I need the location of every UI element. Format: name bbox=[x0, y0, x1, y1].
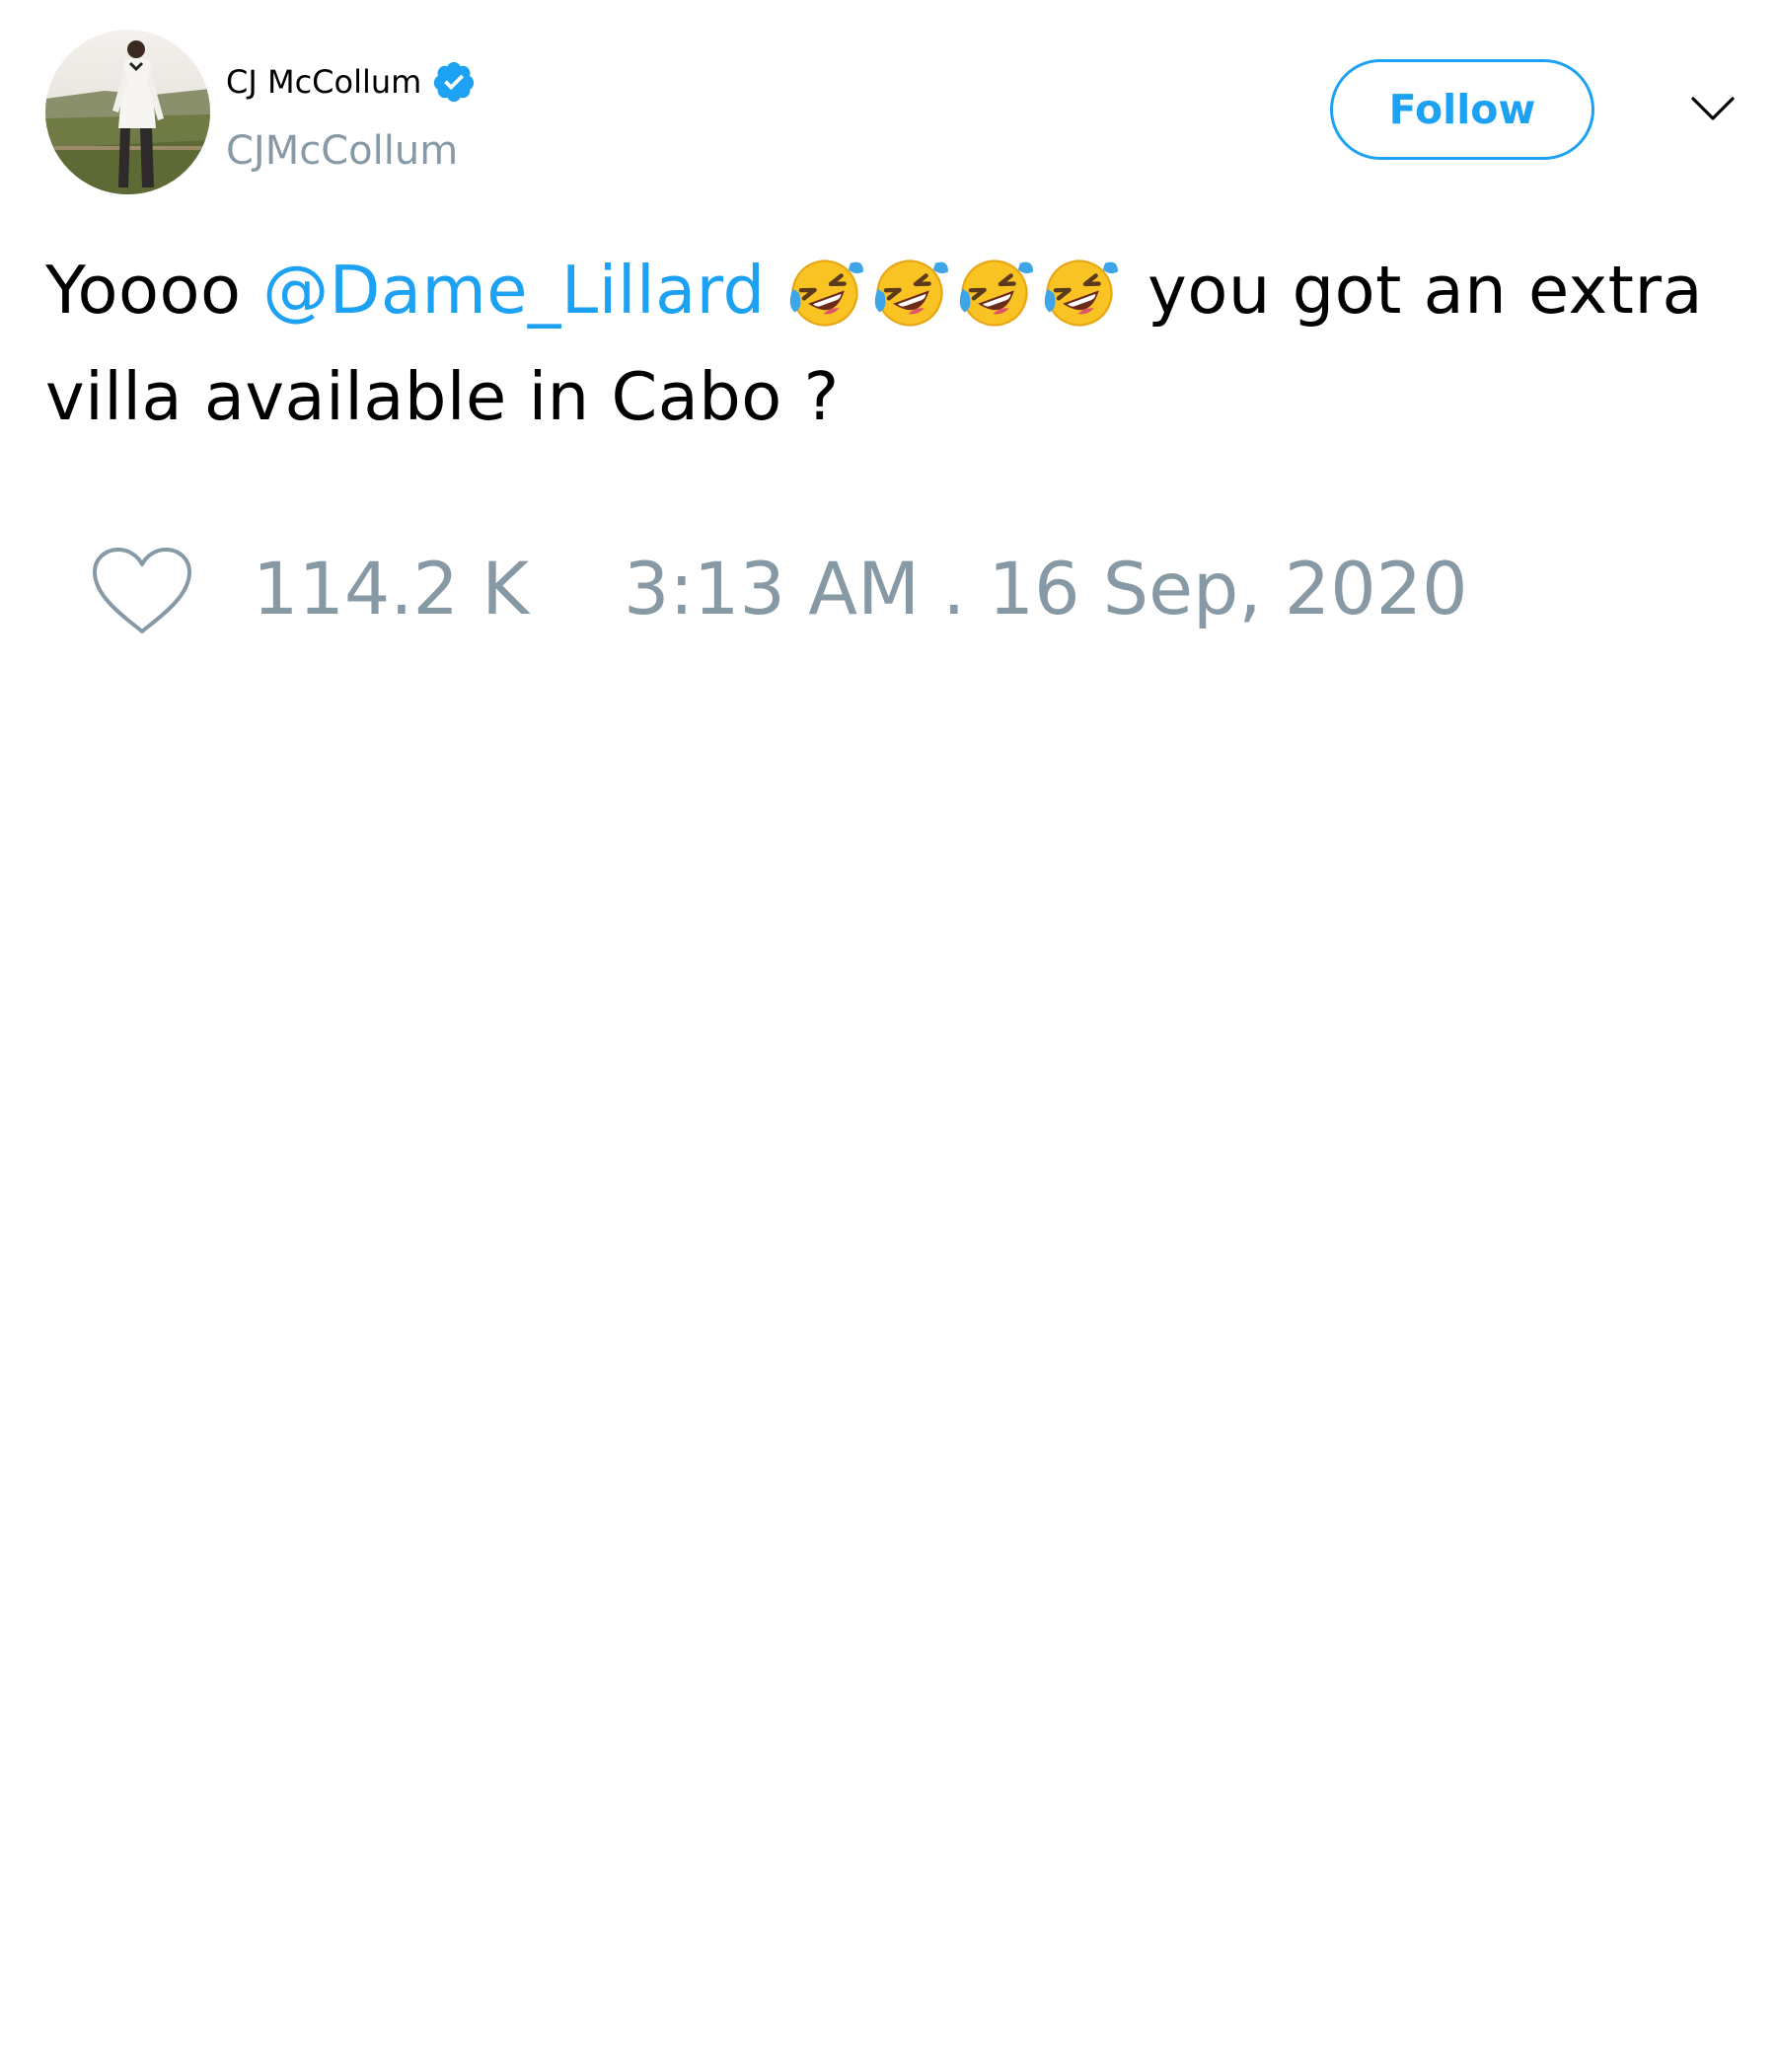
chevron-down-icon[interactable] bbox=[1689, 89, 1737, 128]
tweet-card: CJ McCollum CJMcCollum Follow Yoooo @Dam… bbox=[0, 0, 1776, 2072]
display-name-row: CJ McCollum bbox=[226, 59, 477, 105]
rolling-on-floor-laughing-emoji bbox=[960, 259, 1034, 327]
heart-icon[interactable] bbox=[89, 545, 195, 637]
avatar[interactable] bbox=[45, 30, 210, 194]
like-count[interactable]: 114.2 K bbox=[253, 541, 529, 639]
emoji-group bbox=[786, 255, 1126, 349]
follow-button[interactable]: Follow bbox=[1330, 59, 1594, 160]
timestamp[interactable]: 3:13 AM . 16 Sep, 2020 bbox=[624, 541, 1468, 639]
tweet-text-start: Yoooo bbox=[45, 252, 263, 329]
rolling-on-floor-laughing-emoji bbox=[1045, 259, 1119, 327]
rolling-on-floor-laughing-emoji bbox=[790, 259, 864, 327]
verified-badge-icon bbox=[431, 59, 477, 105]
display-name[interactable]: CJ McCollum bbox=[226, 59, 421, 105]
user-handle[interactable]: CJMcCollum bbox=[226, 126, 458, 176]
tweet-text: Yoooo @Dame_Lillard you got an extra vil… bbox=[45, 243, 1742, 444]
mention-link[interactable]: @Dame_Lillard bbox=[262, 252, 765, 329]
rolling-on-floor-laughing-emoji bbox=[875, 259, 949, 327]
